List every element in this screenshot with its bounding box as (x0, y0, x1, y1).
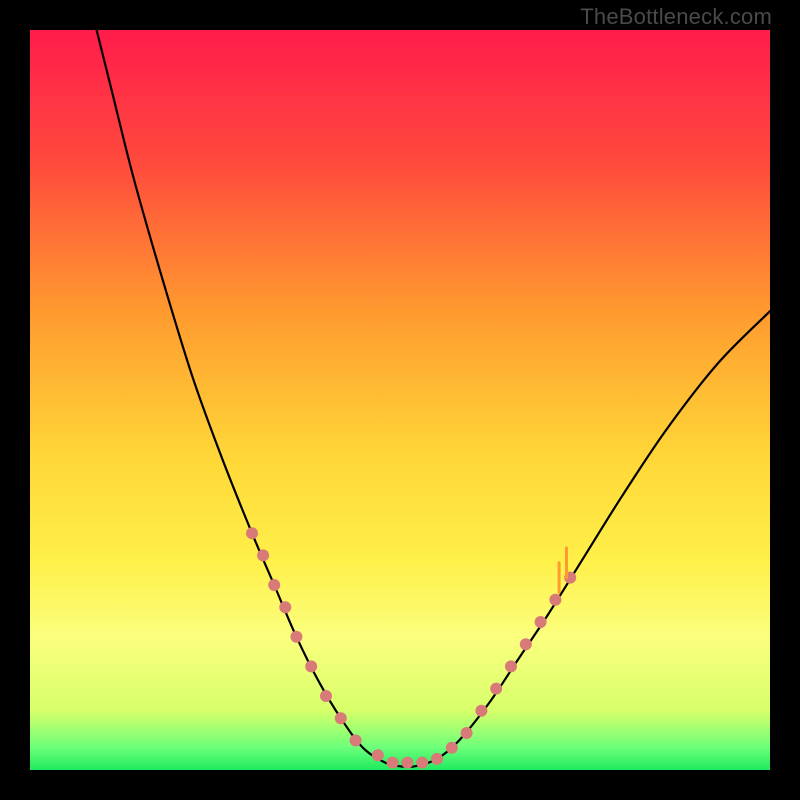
data-marker (387, 757, 399, 769)
data-marker (257, 549, 269, 561)
bottleneck-curve (97, 30, 770, 767)
data-marker (290, 631, 302, 643)
data-marker (350, 734, 362, 746)
data-marker (505, 660, 517, 672)
data-marker (246, 527, 258, 539)
data-marker (475, 705, 487, 717)
outer-frame: TheBottleneck.com (0, 0, 800, 800)
data-marker (461, 727, 473, 739)
data-marker (279, 601, 291, 613)
data-marker (268, 579, 280, 591)
watermark-text: TheBottleneck.com (580, 4, 772, 30)
data-marker (401, 757, 413, 769)
data-marker (549, 594, 561, 606)
data-marker (335, 712, 347, 724)
data-marker (305, 660, 317, 672)
data-marker (535, 616, 547, 628)
data-marker (431, 753, 443, 765)
chart-svg (30, 30, 770, 770)
data-marker (372, 749, 384, 761)
data-marker (520, 638, 532, 650)
data-marker (446, 742, 458, 754)
data-marker (320, 690, 332, 702)
data-marker (416, 757, 428, 769)
data-marker (490, 683, 502, 695)
